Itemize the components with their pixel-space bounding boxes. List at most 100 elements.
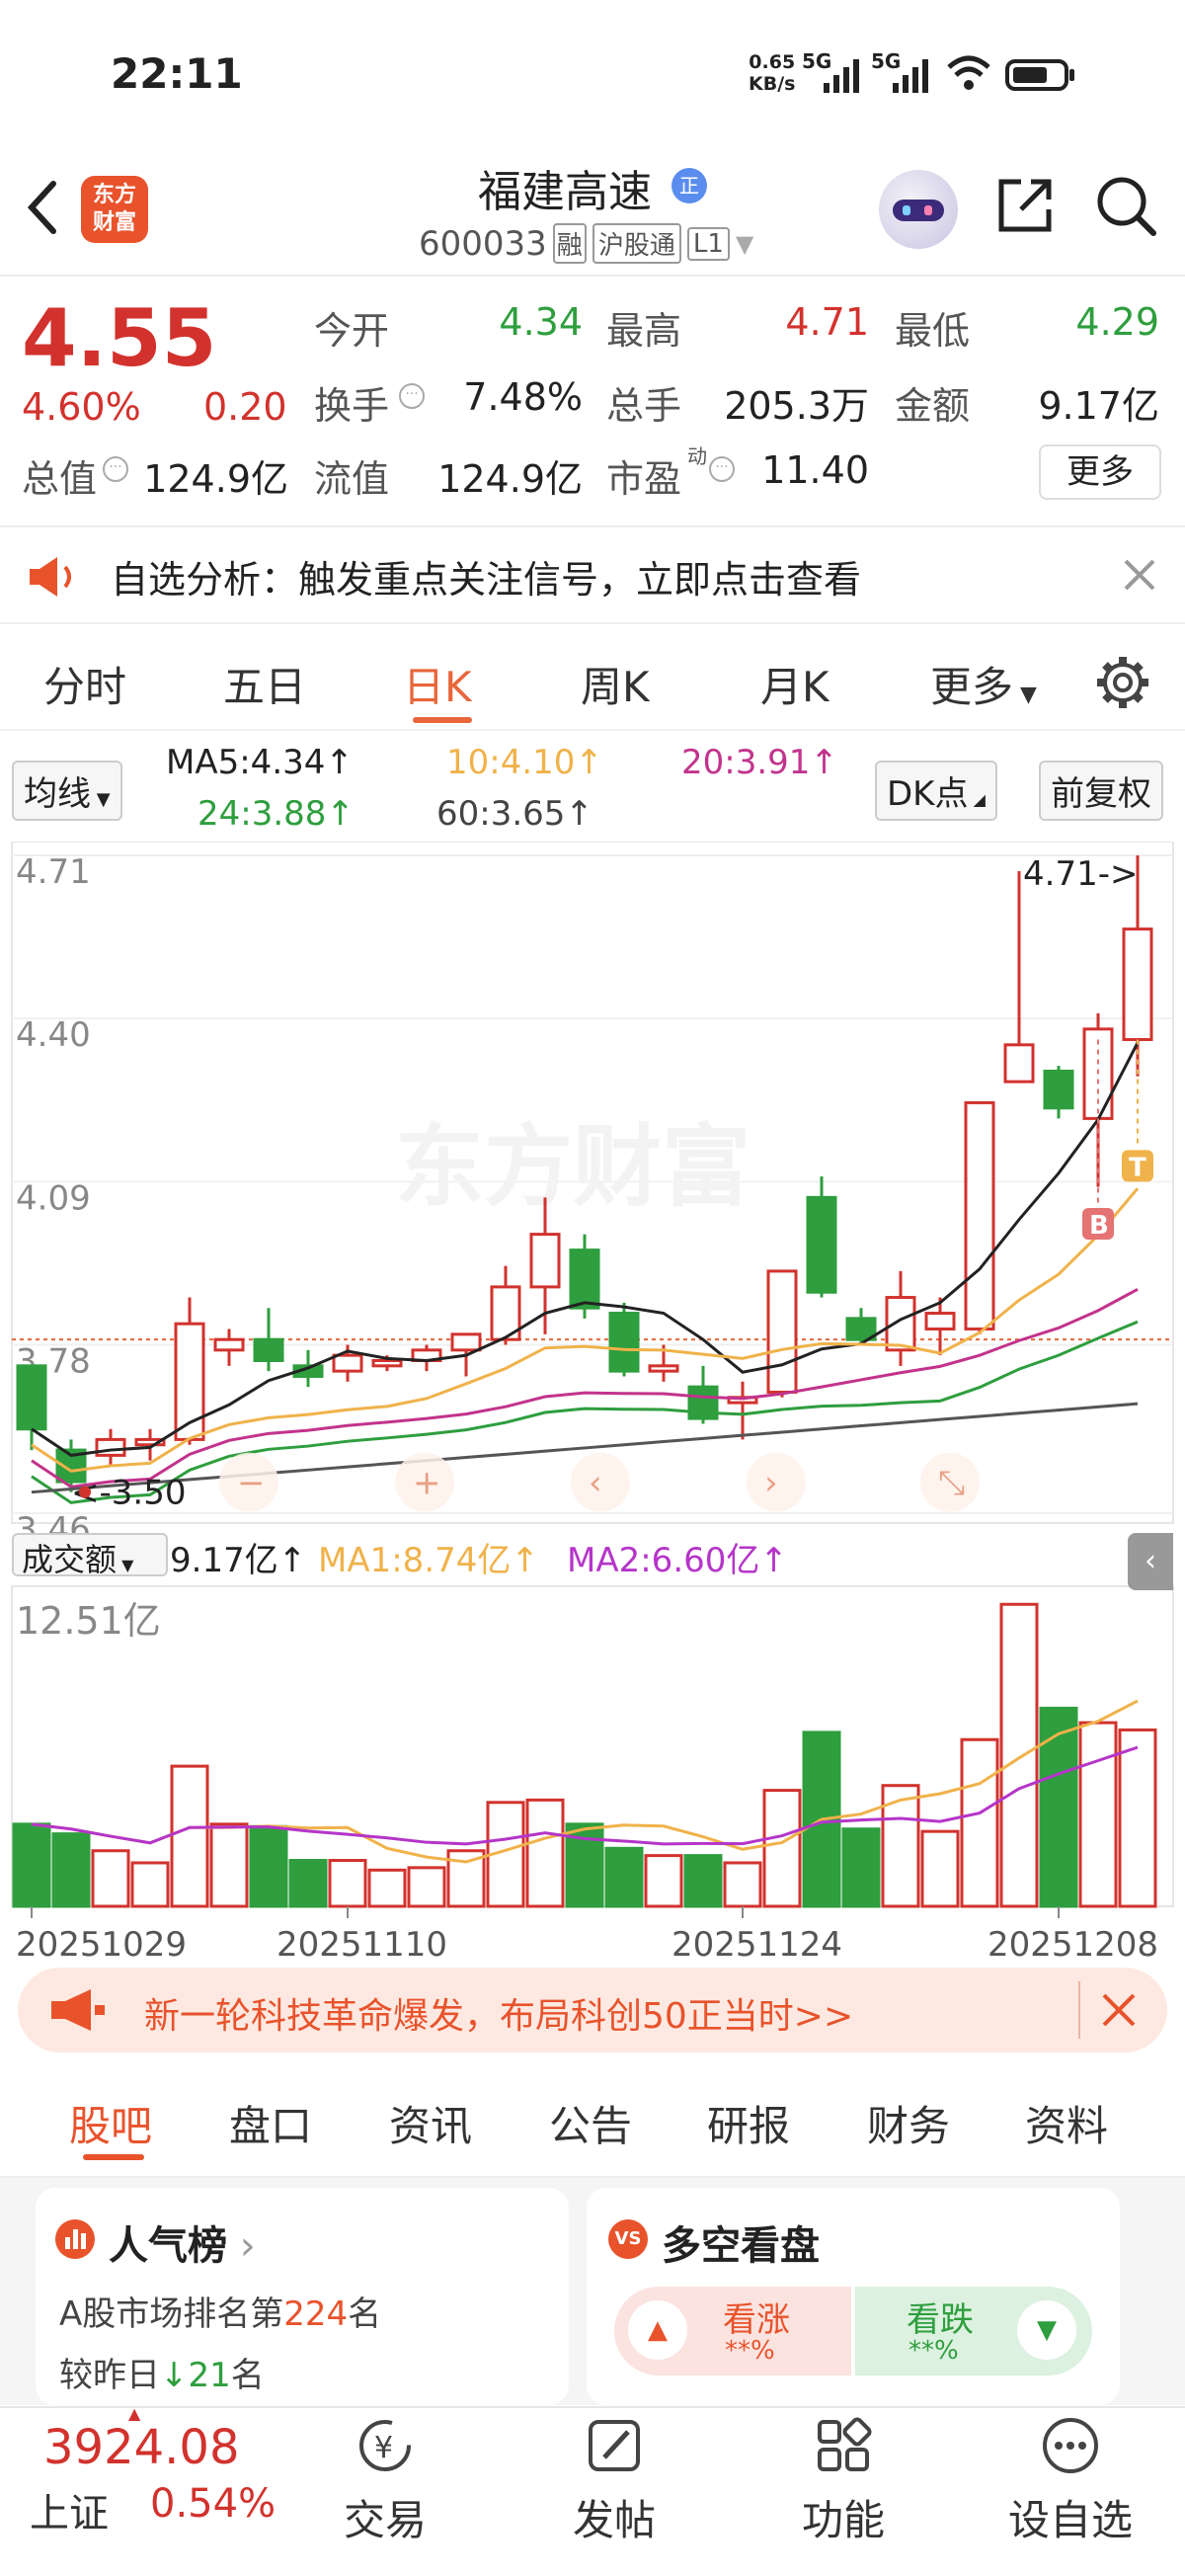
indicator-selector[interactable]: 成交额 ▼ (12, 1533, 168, 1578)
stock-code: 600033 (419, 223, 547, 264)
candle-body (924, 1312, 956, 1331)
volume-max-label: 12.51亿 (16, 1599, 161, 1643)
volume-bar (249, 1824, 288, 1908)
tab-news[interactable]: 资讯 (389, 2093, 472, 2153)
watchlist-analysis-banner[interactable]: 自选分析：触发重点关注信号，立即点击查看 (0, 525, 1185, 624)
volume-bar (525, 1798, 565, 1908)
candle-body (608, 1312, 640, 1373)
tab-financials[interactable]: 财务 (867, 2093, 950, 2153)
volume-bar (209, 1822, 249, 1908)
x-tick-label: 20251029 (16, 1925, 187, 1958)
dropdown-icon: ▼ (1013, 683, 1037, 707)
search-icon[interactable] (1094, 174, 1159, 239)
tab-monthly-k[interactable]: 月K (760, 654, 830, 714)
settings-gear-icon[interactable] (1094, 654, 1151, 711)
ma-selector[interactable]: 均线 ▼ (12, 761, 122, 821)
candle-body (964, 1100, 995, 1331)
float-cap-value: 124.9亿 (437, 457, 583, 501)
ma60-value: 60:3.65↑ (436, 794, 593, 834)
tab-intraday[interactable]: 分时 (43, 654, 126, 714)
close-icon[interactable] (1122, 557, 1157, 593)
candle-body (1043, 1069, 1074, 1110)
y-tick-label: 4.71 (16, 852, 91, 892)
tab-five-day[interactable]: 五日 (223, 654, 306, 714)
adjust-mode-button[interactable]: 前复权 (1039, 761, 1163, 821)
ai-assistant-icon[interactable] (879, 170, 958, 249)
total-cap-label: 总值 (22, 457, 98, 501)
quote-panel: 4.55 4.60% 0.20 今开 4.34 最高 4.71 最低 4.29 … (0, 279, 1185, 525)
tab-research[interactable]: 研报 (707, 2093, 790, 2153)
ma5-value: MA5:4.34↑ (166, 743, 354, 782)
promo-banner[interactable]: 新一轮科技革命爆发，布局科创50正当时>> (18, 1968, 1167, 2053)
candle-body (95, 1437, 126, 1457)
verified-badge: 正 (672, 168, 707, 203)
pe-dynamic-mark: 动 (687, 444, 707, 468)
info-icon[interactable]: ··· (103, 456, 128, 482)
candle-body (648, 1364, 679, 1373)
dk-point-button[interactable]: DK点 ◢ (875, 761, 997, 821)
volume-bar (1039, 1706, 1078, 1908)
kline-chart[interactable]: 4.714.404.093.783.46 东方财富 4.71-><-3.50BT… (0, 841, 1185, 1965)
trade-button[interactable]: ¥ 交易 (316, 2414, 454, 2547)
collapse-panel-button[interactable]: ‹ (1128, 1533, 1173, 1590)
index-change: 0.54% (150, 2481, 276, 2527)
volume-bar (723, 1861, 762, 1908)
tab-daily-k[interactable]: 日K (403, 654, 472, 714)
buy-marker-label: B (1089, 1211, 1109, 1241)
y-tick-label: 4.09 (16, 1178, 91, 1218)
signal-icon (893, 59, 928, 93)
battery-icon (1005, 59, 1074, 91)
popularity-card[interactable]: 人气榜 › A股市场排名第224名 较昨日↓21名 (36, 2188, 569, 2405)
index-value[interactable]: 3924.08 (43, 2420, 240, 2475)
bullish-label: 看涨 (723, 2300, 790, 2340)
ma-indicator-bar: 均线 ▼ MA5:4.34↑ 10:4.10↑ 20:3.91↑ 24:3.88… (0, 733, 1185, 842)
app-logo[interactable]: 东方 财富 (81, 176, 148, 243)
more-icon (1043, 2418, 1098, 2473)
market-rank-text: A股市场排名第224名 (59, 2294, 382, 2334)
high-label: 最高 (606, 309, 682, 353)
tab-order-book[interactable]: 盘口 (229, 2093, 312, 2153)
status-time: 22:11 (111, 49, 243, 98)
functions-button[interactable]: 功能 (774, 2414, 912, 2547)
current-price: 4.55 (22, 292, 217, 384)
chart-nav-icon: › (764, 1464, 778, 1503)
tab-weekly-k[interactable]: 周K (581, 654, 650, 714)
volume-bar (644, 1854, 683, 1908)
volume-bar (51, 1832, 91, 1908)
period-tabs: 分时 五日 日K 周K 月K 更多 ▼ (0, 626, 1185, 731)
tab-profile[interactable]: 资料 (1025, 2093, 1108, 2153)
index-name: 上证 (30, 2491, 109, 2536)
tab-more[interactable]: 更多 ▼ (930, 654, 1037, 714)
back-icon[interactable] (22, 178, 61, 237)
volume-bar (91, 1849, 130, 1908)
volume-bar (920, 1829, 960, 1908)
post-icon (589, 2420, 640, 2471)
candle-body (450, 1332, 482, 1352)
vs-icon: VS (608, 2219, 648, 2259)
kline-chart-area[interactable]: 4.71 4.40 4.09 3.78 3.46 东方财富 4.71-> <-3.50 B T… (0, 841, 1185, 1965)
chevron-down-icon[interactable]: ▼ (736, 230, 753, 258)
post-button[interactable]: 发帖 (545, 2414, 683, 2547)
bullish-button[interactable]: ▲ 看涨 **% (614, 2287, 851, 2375)
volume-bar (841, 1827, 881, 1908)
share-icon[interactable] (993, 176, 1055, 237)
grid-icon (818, 2417, 872, 2471)
bull-bear-card[interactable]: VS 多空看盘 ▲ 看涨 **% 看跌 **% ▼ (587, 2188, 1120, 2405)
svg-text:¥: ¥ (374, 2431, 393, 2465)
amount-label: 金额 (895, 384, 971, 428)
volume-bar (288, 1859, 328, 1908)
more-button[interactable]: 更多 (1039, 444, 1161, 500)
float-cap-label: 流值 (314, 457, 390, 501)
tab-announcements[interactable]: 公告 (549, 2093, 632, 2153)
volume-bar (999, 1602, 1039, 1908)
tab-guba[interactable]: 股吧 (69, 2093, 152, 2153)
volume-bar (683, 1854, 723, 1908)
close-icon[interactable] (1100, 1991, 1138, 2029)
info-icon[interactable]: ··· (709, 456, 735, 482)
stock-code-row: 600033 融 沪股通 L1 ▼ (419, 223, 753, 264)
speaker-icon (30, 557, 71, 597)
bearish-button[interactable]: 看跌 **% ▼ (855, 2287, 1092, 2375)
add-watchlist-button[interactable]: 设自选 (1001, 2414, 1140, 2547)
info-icon[interactable]: ··· (399, 383, 425, 409)
bearish-label: 看跌 (907, 2300, 974, 2340)
